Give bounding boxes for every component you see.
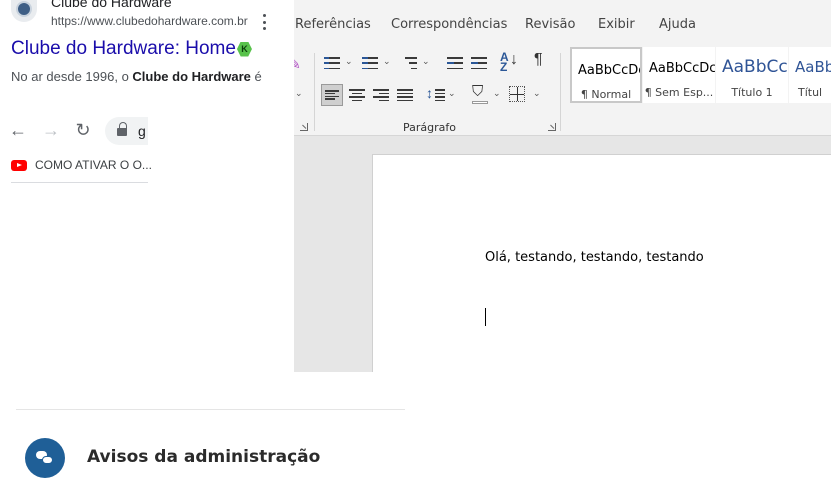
shading-icon[interactable]: ⛉: [472, 83, 490, 101]
tab-ajuda[interactable]: Ajuda: [659, 17, 696, 32]
search-result: Clube do Hardware https://www.clubedohar…: [0, 0, 294, 110]
highlighter-icon[interactable]: ✎: [294, 56, 307, 74]
chevron-down-icon[interactable]: [493, 90, 500, 97]
site-url[interactable]: https://www.clubedohardware.com.br: [51, 14, 248, 28]
group-separator: [560, 53, 561, 131]
chevron-down-icon[interactable]: [383, 58, 390, 65]
style-heading-1[interactable]: AaBbCc Título 1: [716, 47, 788, 103]
chevron-down-icon[interactable]: [345, 58, 352, 65]
more-options-icon[interactable]: [260, 14, 268, 30]
style-normal[interactable]: AaBbCcDc ¶ Normal: [570, 47, 642, 103]
browser-toolbar: ← → ↻ g COMO ATIVAR O O...: [0, 110, 152, 185]
align-left-icon[interactable]: [321, 84, 343, 106]
group-separator: [314, 53, 315, 131]
document-page[interactable]: Olá, testando, testando, testando: [372, 154, 831, 372]
bullets-icon[interactable]: [323, 54, 341, 72]
bookmarks-divider: [11, 182, 148, 183]
lock-icon[interactable]: [117, 122, 127, 137]
ribbon: ✎ AZ ↓ ¶ ↕ ⛉ Parágrafo: [294, 45, 831, 136]
forum-divider: [16, 409, 405, 410]
align-center-icon[interactable]: [348, 86, 366, 104]
word-window: Referências Correspondências Revisão Exi…: [294, 0, 831, 372]
bookmark-item[interactable]: COMO ATIVAR O O...: [11, 158, 152, 172]
pilcrow-icon[interactable]: ¶: [534, 51, 552, 69]
reload-icon[interactable]: ↻: [73, 120, 93, 140]
site-name: Clube do Hardware: [51, 0, 172, 10]
address-text[interactable]: g: [138, 123, 146, 139]
chevron-down-icon[interactable]: [422, 58, 429, 65]
k-badge-icon: K: [236, 41, 252, 57]
forum-section-title[interactable]: Avisos da administração: [87, 447, 320, 467]
align-right-icon[interactable]: [372, 86, 390, 104]
increase-indent-icon[interactable]: [470, 54, 488, 72]
decrease-indent-icon[interactable]: [446, 54, 464, 72]
comments-icon: [25, 438, 65, 478]
ribbon-tabs: Referências Correspondências Revisão Exi…: [294, 0, 831, 45]
tab-referencias[interactable]: Referências: [295, 17, 371, 32]
justify-icon[interactable]: [396, 86, 414, 104]
result-title-link[interactable]: Clube do Hardware: Home K: [11, 38, 252, 60]
tab-revisao[interactable]: Revisão: [525, 17, 575, 32]
styles-gallery: AaBbCcDc ¶ Normal AaBbCcDc ¶ Sem Esp... …: [569, 47, 831, 105]
style-no-spacing[interactable]: AaBbCcDc ¶ Sem Esp...: [643, 47, 715, 103]
font-launcher-icon[interactable]: [300, 123, 308, 131]
style-heading-2[interactable]: AaBb Títul: [789, 47, 831, 103]
address-bar[interactable]: g: [105, 117, 148, 145]
bookmark-label[interactable]: COMO ATIVAR O O...: [35, 158, 152, 172]
snippet-bold: Clube do Hardware: [132, 69, 251, 84]
chevron-down-icon[interactable]: [533, 90, 540, 97]
multilevel-list-icon[interactable]: [400, 54, 418, 72]
line-spacing-lines: [434, 86, 446, 104]
youtube-icon: [11, 159, 27, 171]
sort-arrow-icon[interactable]: ↓: [510, 51, 528, 69]
chevron-down-icon[interactable]: [448, 90, 455, 97]
numbering-icon[interactable]: [361, 54, 379, 72]
paragraph-group-label: Parágrafo: [403, 121, 456, 134]
chevron-down-icon[interactable]: [295, 90, 302, 97]
document-text[interactable]: Olá, testando, testando, testando: [485, 250, 704, 265]
shading-color-bar: [472, 101, 488, 104]
result-snippet: No ar desde 1996, o Clube do Hardware é: [11, 69, 262, 84]
text-cursor: [485, 308, 486, 326]
result-title-text[interactable]: Clube do Hardware: Home: [11, 38, 236, 60]
tab-correspondencias[interactable]: Correspondências: [391, 17, 507, 32]
paragraph-launcher-icon[interactable]: [548, 123, 556, 131]
site-favicon-icon: [11, 0, 37, 22]
tab-exibir[interactable]: Exibir: [598, 17, 635, 32]
borders-icon[interactable]: [509, 86, 525, 102]
back-arrow-icon[interactable]: ←: [8, 120, 28, 140]
forward-arrow-icon[interactable]: →: [41, 120, 61, 140]
